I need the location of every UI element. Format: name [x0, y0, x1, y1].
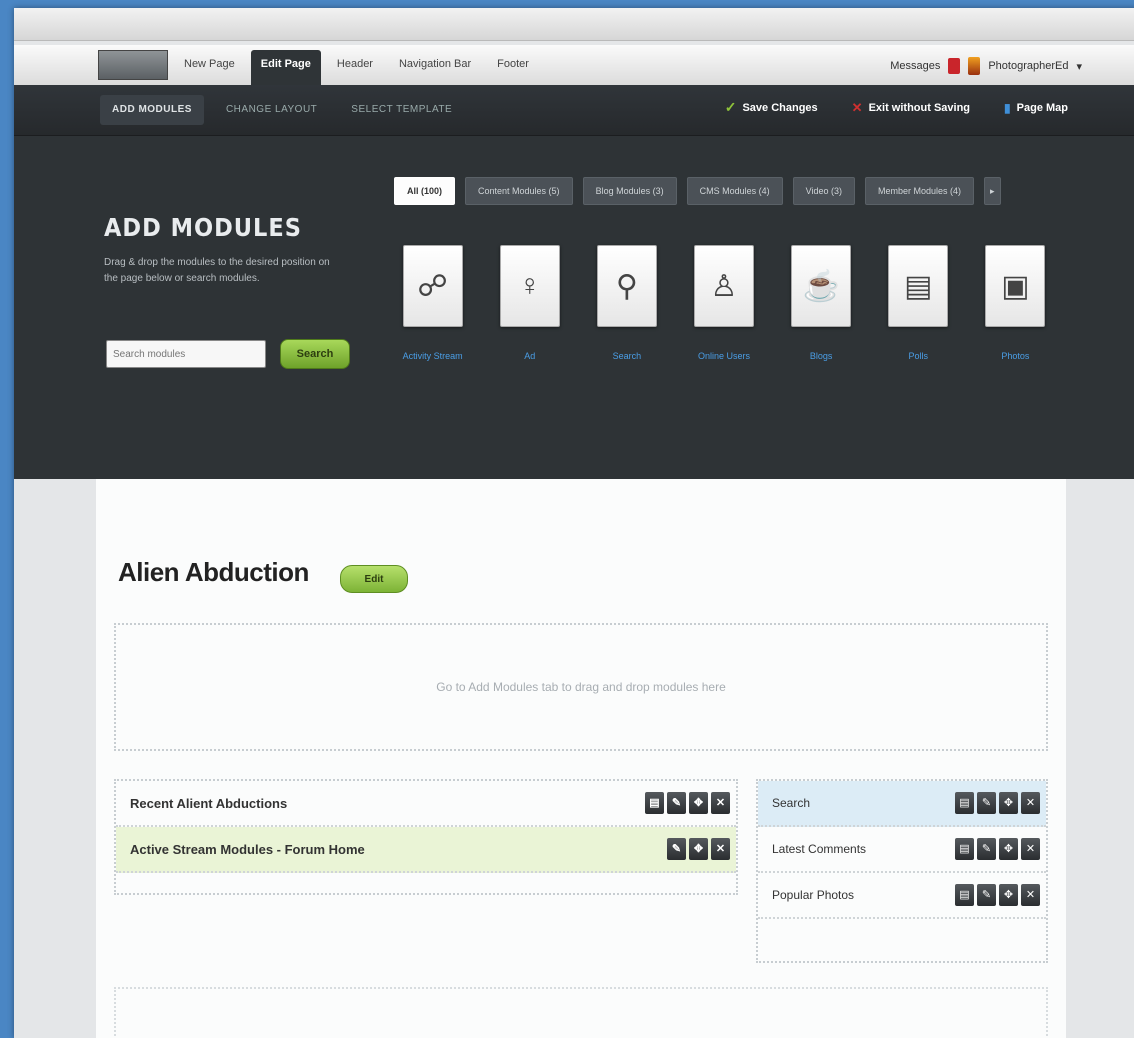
module-row-label: Active Stream Modules - Forum Home: [130, 841, 365, 857]
tab-footer[interactable]: Footer: [487, 50, 539, 78]
page-title: Alien Abduction: [118, 557, 309, 587]
close-icon[interactable]: ✕: [711, 838, 730, 860]
editor-subnav: ADD MODULES CHANGE LAYOUT SELECT TEMPLAT…: [14, 85, 1134, 136]
page-map-button[interactable]: ▮ Page Map: [1004, 99, 1068, 116]
browser-window: New Page Edit Page Header Navigation Bar…: [14, 8, 1134, 1038]
module-row-popular-photos[interactable]: Popular Photos ▤ ✎ ✥ ✕: [758, 873, 1046, 919]
module-search[interactable]: ⚲ Search: [578, 245, 675, 361]
module-label: Ad: [524, 351, 536, 361]
module-polls[interactable]: ▤ Polls: [870, 245, 967, 361]
filter-video[interactable]: Video (3): [792, 177, 855, 205]
close-icon[interactable]: ✕: [1021, 884, 1040, 906]
messages-link[interactable]: Messages: [890, 60, 940, 72]
module-search-input[interactable]: [106, 340, 266, 368]
exit-label: Exit without Saving: [868, 101, 971, 114]
filter-cms-modules[interactable]: CMS Modules (4): [686, 177, 783, 205]
edit-icon[interactable]: ✎: [667, 792, 686, 814]
filter-all[interactable]: All (100): [394, 177, 456, 205]
tab-select-template[interactable]: SELECT TEMPLATE: [339, 95, 464, 125]
settings-icon[interactable]: ▤: [955, 884, 974, 906]
check-icon: ✓: [724, 99, 737, 115]
tab-new-page[interactable]: New Page: [174, 50, 245, 78]
move-icon[interactable]: ✥: [999, 838, 1018, 860]
chat-bubbles-icon[interactable]: ☍: [402, 245, 463, 327]
edit-title-button[interactable]: Edit: [340, 565, 408, 593]
settings-icon[interactable]: ▤: [955, 838, 974, 860]
photo-icon[interactable]: ▣: [985, 245, 1046, 327]
module-filter-bar: All (100) Content Modules (5) Blog Modul…: [394, 177, 1001, 205]
module-row-label: Recent Alient Abductions: [130, 795, 288, 811]
move-icon[interactable]: ✥: [689, 792, 708, 814]
close-icon[interactable]: ✕: [1021, 792, 1040, 814]
module-label: Search: [612, 351, 642, 361]
filter-member-modules[interactable]: Member Modules (4): [865, 177, 975, 205]
add-modules-panel: ADD MODULES CHANGE LAYOUT SELECT TEMPLAT…: [14, 85, 1134, 512]
window-titlebar: [14, 8, 1134, 41]
bottom-dropzone[interactable]: [114, 987, 1048, 1038]
close-icon: ✕: [851, 99, 863, 115]
module-label: Photos: [1001, 351, 1030, 361]
module-row-active-stream[interactable]: Active Stream Modules - Forum Home ✎ ✥ ✕: [116, 827, 736, 873]
edit-icon[interactable]: ✎: [977, 792, 996, 814]
filter-more-icon[interactable]: ▸: [984, 177, 1001, 205]
poll-icon[interactable]: ▤: [888, 245, 949, 327]
module-dropzone[interactable]: Go to Add Modules tab to drag and drop m…: [114, 623, 1048, 751]
move-icon[interactable]: ✥: [999, 792, 1018, 814]
module-photos[interactable]: ▣ Photos: [967, 245, 1064, 361]
module-row-label: Latest Comments: [772, 842, 867, 856]
edit-icon[interactable]: ✎: [667, 838, 686, 860]
module-label: Blogs: [809, 351, 833, 361]
module-online-users[interactable]: ♙ Online Users: [675, 245, 772, 361]
chevron-down-icon[interactable]: ▾: [1076, 60, 1082, 73]
add-modules-title: ADD MODULES: [104, 213, 302, 242]
user-icon[interactable]: ♙: [693, 245, 754, 327]
tab-edit-page[interactable]: Edit Page: [250, 50, 321, 85]
left-column: Recent Alient Abductions ▤ ✎ ✥ ✕ Active …: [114, 779, 738, 895]
top-menu-bar: New Page Edit Page Header Navigation Bar…: [14, 45, 1134, 86]
edit-icon[interactable]: ✎: [977, 884, 996, 906]
save-changes-label: Save Changes: [742, 101, 818, 114]
user-menu[interactable]: PhotographerEd: [988, 60, 1068, 72]
add-modules-description: Drag & drop the modules to the desired p…: [104, 257, 330, 284]
move-icon[interactable]: ✥: [689, 838, 708, 860]
module-row-label: Search: [772, 796, 811, 810]
settings-icon[interactable]: ▤: [645, 792, 664, 814]
save-changes-button[interactable]: ✓ Save Changes: [725, 99, 818, 116]
page-canvas: Alien Abduction Edit Go to Add Modules t…: [96, 479, 1066, 1038]
page-map-icon: ▮: [1004, 100, 1011, 115]
coffee-icon[interactable]: ☕: [791, 245, 852, 327]
page-map-label: Page Map: [1016, 101, 1068, 114]
module-row-latest-comments[interactable]: Latest Comments ▤ ✎ ✥ ✕: [758, 827, 1046, 873]
module-row-label: Popular Photos: [772, 888, 855, 902]
module-activity-stream[interactable]: ☍ Activity Stream: [384, 245, 481, 361]
avatar[interactable]: [968, 57, 981, 75]
close-icon[interactable]: ✕: [711, 792, 730, 814]
module-carousel: ☍ Activity Stream ♀ Ad ⚲ Search ♙ Online…: [384, 245, 1064, 361]
module-label: Polls: [908, 351, 929, 361]
tie-icon[interactable]: ♀: [499, 245, 560, 327]
filter-blog-modules[interactable]: Blog Modules (3): [582, 177, 677, 205]
settings-icon[interactable]: ▤: [955, 792, 974, 814]
right-column: Search ▤ ✎ ✥ ✕ Latest Comments ▤ ✎ ✥ ✕ P: [756, 779, 1048, 963]
module-row-search[interactable]: Search ▤ ✎ ✥ ✕: [758, 781, 1046, 827]
tab-change-layout[interactable]: CHANGE LAYOUT: [214, 95, 329, 125]
close-icon[interactable]: ✕: [1021, 838, 1040, 860]
module-row-recent-abductions[interactable]: Recent Alient Abductions ▤ ✎ ✥ ✕: [116, 781, 736, 827]
magnifier-icon[interactable]: ⚲: [596, 245, 657, 327]
messages-badge-icon[interactable]: [948, 58, 961, 74]
module-label: Online Users: [697, 351, 750, 361]
tab-navigation-bar[interactable]: Navigation Bar: [389, 50, 481, 78]
tab-add-modules[interactable]: ADD MODULES: [100, 95, 204, 125]
edit-icon[interactable]: ✎: [977, 838, 996, 860]
module-label: Activity Stream: [402, 351, 463, 361]
exit-without-saving-button[interactable]: ✕ Exit without Saving: [852, 99, 970, 116]
site-logo-button[interactable]: [98, 50, 168, 80]
filter-content-modules[interactable]: Content Modules (5): [465, 177, 573, 205]
move-icon[interactable]: ✥: [999, 884, 1018, 906]
tab-header[interactable]: Header: [327, 50, 383, 78]
module-ad[interactable]: ♀ Ad: [481, 245, 578, 361]
module-blogs[interactable]: ☕ Blogs: [773, 245, 870, 361]
module-search-button[interactable]: Search: [280, 339, 350, 369]
